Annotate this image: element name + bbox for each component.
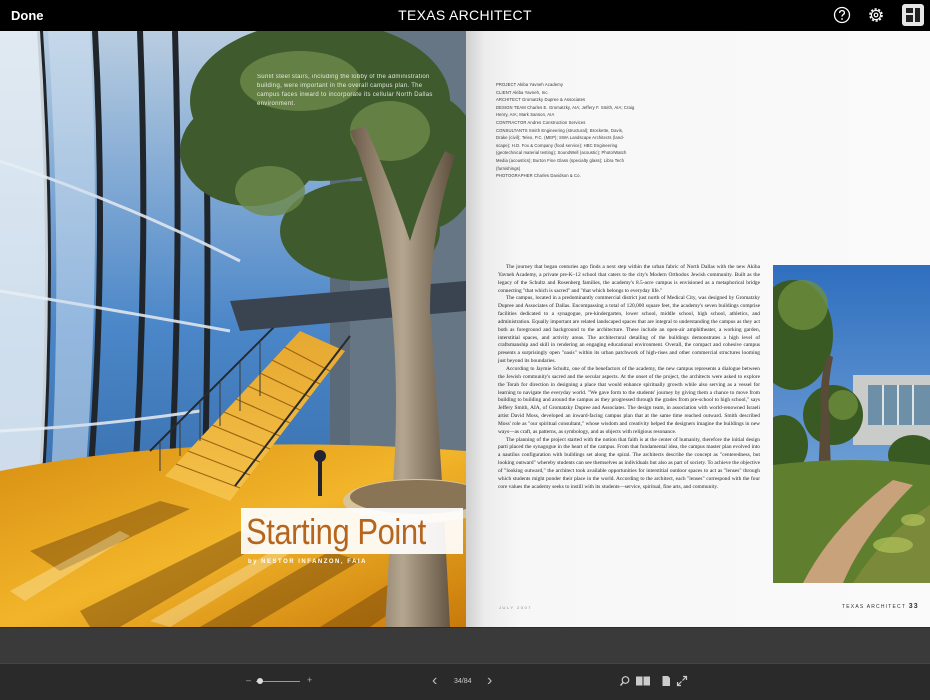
bottom-toolbar: – + ‹ 34/84 › — [0, 663, 930, 700]
body-paragraph: The planning of the project started with… — [498, 436, 760, 490]
zoom-out-label[interactable]: – — [246, 675, 251, 685]
credit-line: CONSULTANTS Smith Engineering (structura… — [496, 127, 624, 133]
credit-line: CLIENT Akiba Yavneh, Inc. — [496, 89, 549, 95]
body-paragraph: The campus, located in a predominantly c… — [498, 295, 760, 365]
body-paragraph: The journey that began centuries ago fin… — [498, 264, 760, 294]
thumbnails-icon[interactable] — [902, 4, 924, 26]
previous-page-button[interactable]: ‹ — [432, 672, 437, 690]
credit-line: (geotechnical material testing); SoundWe… — [496, 150, 627, 156]
magazine-spread: Sunlit steel stairs, including the lobby… — [0, 31, 930, 627]
zoom-in-label[interactable]: + — [307, 675, 312, 685]
feature-title: Starting Point — [246, 511, 426, 552]
credit-line: Drake (civil); Teleo, P.C. (MEP); SWA La… — [496, 135, 625, 141]
article-body: The journey that began centuries ago fin… — [498, 264, 760, 491]
zoom-slider-handle[interactable] — [257, 678, 264, 684]
fullscreen-icon[interactable] — [676, 674, 688, 687]
single-page-icon[interactable] — [660, 674, 672, 686]
right-page[interactable]: PROJECT Akiba Yavneh Academy CLIENT Akib… — [466, 31, 930, 627]
page-strip — [0, 627, 930, 663]
credit-line: Media (acoustics); Burton Fine Glass (sp… — [496, 157, 625, 163]
publication-title: TEXAS ARCHITECT — [398, 7, 532, 23]
two-page-view-icon[interactable] — [635, 674, 651, 686]
credit-line: (furnishings) — [496, 165, 521, 171]
photo-caption: Sunlit steel stairs, including the lobby… — [257, 74, 433, 107]
left-page[interactable]: Sunlit steel stairs, including the lobby… — [0, 31, 466, 627]
credit-line: PHOTOGRAPHER Charles Davidson & Co. — [496, 173, 581, 179]
campus-photo — [773, 265, 930, 583]
next-page-button[interactable]: › — [487, 672, 492, 690]
gear-icon[interactable] — [866, 5, 886, 25]
credit-line: DESIGN TEAM Charles E. Gromatzky, AIA; J… — [496, 104, 635, 110]
feature-byline: by NESTOR INFANZON, FAIA — [248, 559, 367, 565]
credit-line: scape); H.D. Fox & Company (food service… — [496, 142, 618, 148]
folio-date: JULY 2007 — [499, 605, 532, 610]
top-toolbar: Done TEXAS ARCHITECT — [0, 0, 930, 31]
folio-publication-label: TEXAS ARCHITECT — [842, 604, 907, 610]
credit-line: Henry, AIA; Mark Sanson, AIA — [496, 112, 555, 118]
credit-line: CONTRACTOR Andres Construction Services — [496, 119, 586, 125]
credit-line: ARCHITECT Gromatzky Dupree & Associates — [496, 97, 586, 103]
body-paragraph: According to Jaymie Schultz, one of the … — [498, 365, 760, 435]
search-icon[interactable] — [619, 674, 631, 686]
page-number: 33 — [908, 603, 919, 610]
folio-publication: TEXAS ARCHITECT 33 — [842, 603, 919, 610]
help-icon[interactable] — [832, 5, 852, 25]
project-credits: PROJECT Akiba Yavneh Academy CLIENT Akib… — [496, 81, 666, 180]
page-indicator: 34/84 — [454, 678, 472, 685]
credit-line: PROJECT Akiba Yavneh Academy — [496, 82, 564, 87]
